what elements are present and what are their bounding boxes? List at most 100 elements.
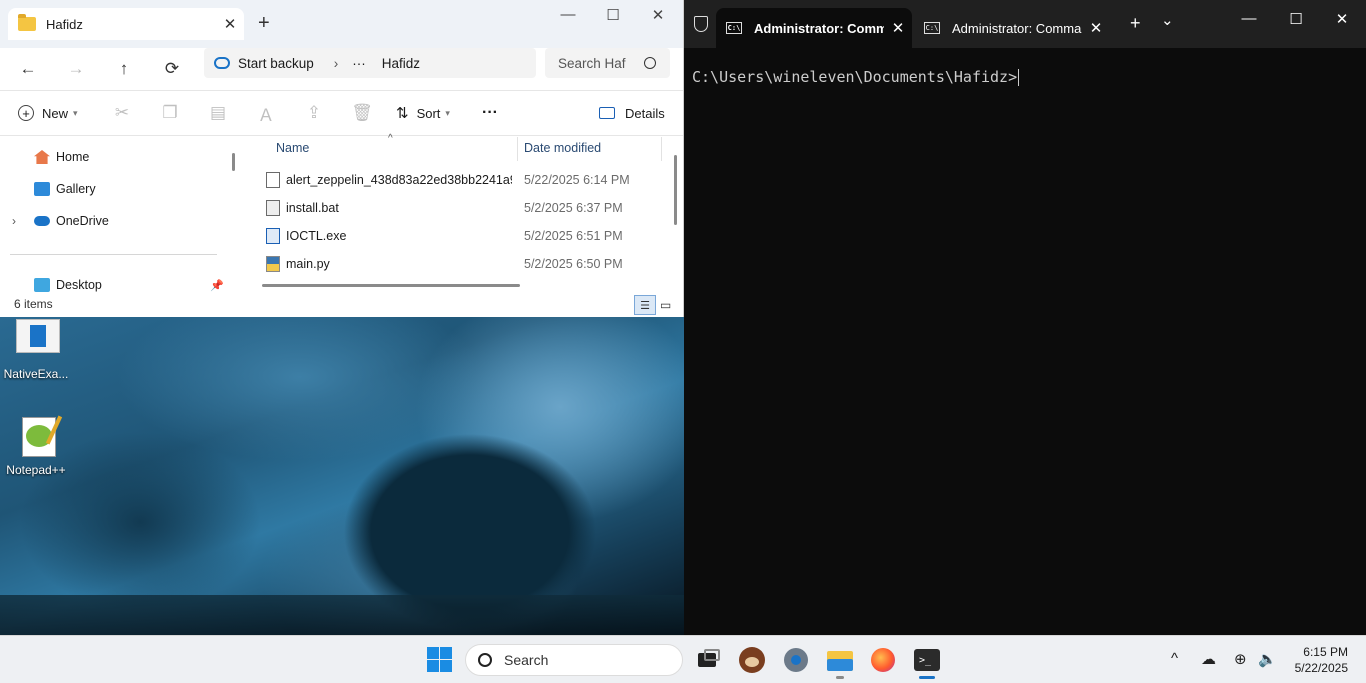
terminal-tab-active[interactable]: C:\ Administrator: Comma ✕ (716, 8, 912, 48)
share-icon[interactable]: ⇪ (290, 103, 338, 123)
desktop-wallpaper: NativeExa... Notepad++ (0, 317, 684, 635)
search-placeholder: Search Haf (558, 55, 626, 71)
back-button[interactable]: ← (4, 59, 52, 79)
pin-icon[interactable]: 📌 (210, 279, 224, 292)
onedrive-icon (34, 216, 50, 226)
column-divider[interactable] (517, 137, 518, 161)
explorer-toolbar: + New ▾ ✂ ❐ ▤ Ａ ⇪ 🗑 ⇅ Sort ▾ ··· Details (0, 90, 683, 136)
up-button[interactable]: ↑ (100, 59, 148, 79)
details-button[interactable]: Details (599, 106, 665, 121)
new-label: New (42, 105, 69, 121)
nav-item-onedrive[interactable]: OneDrive (34, 214, 109, 228)
file-explorer-icon[interactable] (825, 645, 855, 675)
delete-icon[interactable]: 🗑 (338, 103, 386, 123)
details-pane-icon (599, 107, 615, 119)
vertical-scrollbar[interactable] (674, 155, 677, 225)
minimize-button[interactable]: — (546, 6, 590, 23)
explorer-tab-title: Hafidz (46, 16, 83, 32)
running-indicator (836, 676, 844, 679)
network-icon[interactable]: ⊕ (1234, 650, 1247, 668)
close-button[interactable]: ✕ (636, 6, 680, 24)
file-name: IOCTL.exe (286, 229, 347, 243)
cut-icon[interactable]: ✂ (98, 103, 146, 123)
column-header-date[interactable]: Date modified (524, 141, 601, 155)
details-view-icon[interactable]: ☰ (634, 295, 656, 315)
file-date: 5/2/2025 6:37 PM (524, 201, 623, 215)
terminal-prompt: C:\Users\wineleven\Documents\Hafidz> (692, 68, 1018, 86)
details-label: Details (625, 105, 665, 121)
nav-item-gallery[interactable]: Gallery (34, 182, 96, 196)
onedrive-offline-icon[interactable]: ☁ (1201, 650, 1216, 668)
file-row[interactable]: install.bat 5/2/2025 6:37 PM (244, 194, 664, 222)
nav-item-label: Desktop (56, 278, 102, 292)
new-button[interactable]: + New ▾ (18, 105, 98, 121)
more-options-button[interactable]: ··· (482, 104, 498, 122)
sort-button[interactable]: ⇅ Sort ▾ (396, 104, 476, 122)
desktop-icon-notepadpp[interactable]: Notepad++ (0, 415, 72, 477)
rename-icon[interactable]: Ａ (242, 101, 290, 126)
breadcrumb-chevron-icon: › (333, 55, 339, 71)
column-divider[interactable] (661, 137, 662, 161)
file-name: alert_zeppelin_438d83a22ed38bb2241a99... (286, 173, 512, 187)
command-prompt-icon: C:\ (924, 22, 940, 34)
settings-icon[interactable] (781, 645, 811, 675)
search-icon (644, 57, 656, 69)
forward-button[interactable]: → (52, 59, 100, 79)
maximize-button[interactable]: ☐ (591, 6, 635, 24)
breadcrumb-ellipsis[interactable]: ··· (352, 56, 366, 71)
search-icon (478, 653, 492, 667)
file-row[interactable]: IOCTL.exe 5/2/2025 6:51 PM (244, 222, 664, 250)
taskbar: Search >_ ^ ☁ ⊕ 🔈 6:15 PM 5/22/2025 (0, 635, 1366, 683)
explorer-titlebar: Hafidz ✕ + — ☐ ✕ (0, 0, 683, 48)
terminal-minimize-button[interactable]: — (1226, 10, 1272, 27)
search-input[interactable]: Search Haf (545, 48, 670, 78)
new-terminal-tab-button[interactable]: + (1130, 13, 1141, 34)
clock-date: 5/22/2025 (1294, 661, 1348, 675)
start-icon[interactable] (425, 645, 455, 675)
clock-time: 6:15 PM (1303, 645, 1348, 659)
terminal-close-button[interactable]: ✕ (1319, 10, 1365, 28)
expand-chevron-icon[interactable]: › (12, 214, 16, 228)
show-hidden-icons-chevron[interactable]: ^ (1171, 650, 1178, 667)
taskbar-search-label: Search (504, 652, 549, 668)
task-view-icon[interactable] (694, 645, 724, 675)
start-backup-button[interactable]: Start backup (238, 56, 314, 71)
nav-item-desktop[interactable]: Desktop (34, 278, 102, 292)
terminal-output[interactable]: C:\Users\wineleven\Documents\Hafidz> (692, 68, 1020, 86)
tiles-view-icon[interactable]: ▭ (660, 295, 674, 315)
terminal-maximize-button[interactable]: ☐ (1273, 10, 1319, 28)
file-date: 5/2/2025 6:50 PM (524, 257, 623, 271)
file-row[interactable]: main.py 5/2/2025 6:50 PM (244, 250, 664, 278)
terminal-tab[interactable]: C:\ Administrator: Comma ✕ (914, 8, 1110, 48)
nav-scrollbar[interactable] (232, 153, 235, 171)
terminal-tab-title: Administrator: Comma (952, 20, 1082, 36)
bear-app-icon[interactable] (737, 645, 767, 675)
horizontal-scrollbar[interactable] (262, 284, 520, 287)
file-date: 5/2/2025 6:51 PM (524, 229, 623, 243)
copy-icon[interactable]: ❐ (146, 103, 194, 123)
address-bar[interactable]: Start backup › ··· Hafidz (204, 48, 536, 78)
nav-item-home[interactable]: Home (34, 150, 89, 164)
firefox-icon[interactable] (868, 645, 898, 675)
nav-divider (10, 254, 217, 255)
new-tab-button[interactable]: + (258, 12, 270, 35)
refresh-button[interactable]: ⟳ (148, 59, 196, 79)
chevron-down-icon: ▾ (445, 107, 450, 118)
taskbar-clock[interactable]: 6:15 PM 5/22/2025 (1295, 644, 1348, 676)
explorer-tab[interactable]: Hafidz ✕ (8, 8, 244, 40)
volume-icon[interactable]: 🔈 (1258, 650, 1277, 668)
file-row[interactable]: alert_zeppelin_438d83a22ed38bb2241a99...… (244, 166, 664, 194)
tab-dropdown-button[interactable]: ⌄ (1161, 11, 1174, 29)
column-header-name[interactable]: Name (276, 141, 309, 155)
file-name: main.py (286, 257, 330, 271)
item-count: 6 items (14, 297, 53, 311)
paste-icon[interactable]: ▤ (194, 103, 242, 123)
taskbar-search-box[interactable]: Search (465, 644, 683, 676)
close-tab-icon[interactable]: ✕ (884, 19, 912, 37)
terminal-icon[interactable]: >_ (912, 645, 942, 675)
breadcrumb-folder[interactable]: Hafidz (382, 56, 420, 71)
close-tab-icon[interactable]: ✕ (1082, 19, 1110, 37)
close-tab-icon[interactable]: ✕ (216, 15, 244, 33)
exe-file-icon (266, 228, 280, 244)
desktop-icon-nativeexa[interactable]: NativeExa... (0, 319, 72, 381)
